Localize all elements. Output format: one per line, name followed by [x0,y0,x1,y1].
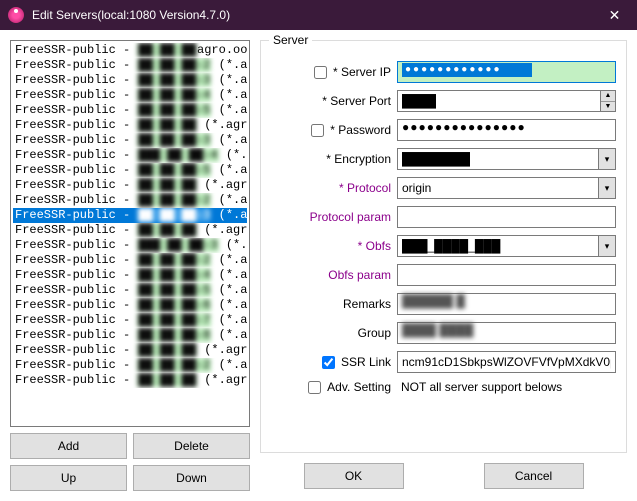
list-item[interactable]: FreeSSR-public - ██ ██ ██-2 (*.ag [13,358,247,373]
down-button[interactable]: Down [133,465,250,491]
cancel-button[interactable]: Cancel [484,463,584,489]
encryption-label: * Encryption [326,152,391,166]
list-item[interactable]: FreeSSR-public - ██ ██ ██-5 (*.ag [13,163,247,178]
server-ip-label: * Server IP [333,65,391,79]
encryption-combo[interactable]: ████████ ▾ [397,148,616,170]
adv-setting-checkbox[interactable] [308,381,321,394]
obfs-combo[interactable]: ███_████_███ ▾ [397,235,616,257]
list-item[interactable]: FreeSSR-public - ██ ██ ██-2 (*.ag [13,193,247,208]
list-item[interactable]: FreeSSR-public - ███ ██ ██-3 (*.ag [13,238,247,253]
chevron-down-icon[interactable]: ▾ [598,235,616,257]
spinner-down-icon[interactable]: ▼ [601,102,615,112]
list-item[interactable]: FreeSSR-public - ██ ██ ██-2 (*.ag [13,253,247,268]
list-item[interactable]: FreeSSR-public - ██ ██ ██-4 (*.ag [13,268,247,283]
server-port-label: * Server Port [322,94,391,108]
chevron-down-icon[interactable]: ▾ [598,148,616,170]
group-legend: Server [269,33,312,47]
remarks-input[interactable]: ██████ █ [397,293,616,315]
adv-setting-note: NOT all server support belows [397,380,616,394]
obfs-param-label: Obfs param [328,268,391,282]
list-item[interactable]: FreeSSR-public - ██ ██ ██agro.oo [13,43,247,58]
obfs-label: * Obfs [358,239,391,253]
group-input[interactable]: ████ ████ [397,322,616,344]
remarks-label: Remarks [343,297,391,311]
server-port-spinner[interactable]: ████ ▲▼ [397,90,616,112]
ok-button[interactable]: OK [304,463,404,489]
delete-button[interactable]: Delete [133,433,250,459]
list-item[interactable]: FreeSSR-public - ██ ██ ██-3 (*.ag [13,208,247,223]
list-item[interactable]: FreeSSR-public - ██ ██ ██-8 (*.ag [13,328,247,343]
list-item[interactable]: FreeSSR-public - ██ ██ ██ (*.agr [13,373,247,388]
spinner-up-icon[interactable]: ▲ [601,91,615,102]
protocol-param-label: Protocol param [310,210,391,224]
list-item[interactable]: FreeSSR-public - ██ ██ ██-3 (*.ag [13,133,247,148]
list-item[interactable]: FreeSSR-public - ██ ██ ██ (*.agro [13,178,247,193]
list-item[interactable]: FreeSSR-public - ██ ██ ██-5 (*.agr [13,103,247,118]
list-item[interactable]: FreeSSR-public - ██ ██ ██ (*.agr [13,118,247,133]
obfs-param-input[interactable] [397,264,616,286]
list-item[interactable]: FreeSSR-public - ██ ██ ██-4 (*.ag [13,88,247,103]
list-item[interactable]: FreeSSR-public - ██ ██ ██ (*.agr [13,223,247,238]
ssr-link-checkbox[interactable] [322,356,335,369]
list-item[interactable]: FreeSSR-public - ██ ██ ██-7 (*.ag [13,313,247,328]
titlebar: Edit Servers(local:1080 Version4.7.0) ✕ [0,0,637,30]
list-item[interactable]: FreeSSR-public - ██ ██ ██-2 (*.ag [13,58,247,73]
password-label: * Password [330,123,391,137]
up-button[interactable]: Up [10,465,127,491]
group-label: Group [358,326,391,340]
list-item[interactable]: FreeSSR-public - ██ ██ ██ (*.agro [13,343,247,358]
list-item[interactable]: FreeSSR-public - ██ ██ ██-5 (*.ag [13,283,247,298]
add-button[interactable]: Add [10,433,127,459]
close-button[interactable]: ✕ [592,0,637,30]
list-item[interactable]: FreeSSR-public - ██ ██ ██-6 (*.ag [13,298,247,313]
server-listbox[interactable]: FreeSSR-public - ██ ██ ██agro.ooFreeSSR-… [10,40,250,427]
server-ip-checkbox[interactable] [314,66,327,79]
list-item[interactable]: FreeSSR-public - ███ ██ ██-4 (*.ag [13,148,247,163]
app-icon [8,7,24,23]
ssr-link-label: SSR Link [341,355,391,369]
password-input[interactable]: ●●●●●●●●●●●●●●● [397,119,616,141]
protocol-param-input[interactable] [397,206,616,228]
protocol-label: * Protocol [339,181,391,195]
window-title: Edit Servers(local:1080 Version4.7.0) [32,8,592,22]
ssr-link-input[interactable] [397,351,616,373]
adv-setting-label: Adv. Setting [327,380,391,394]
password-checkbox[interactable] [311,124,324,137]
server-ip-input[interactable]: ●●●●●●●●●●●● [397,61,616,83]
list-item[interactable]: FreeSSR-public - ██ ██ ██-3 (*.ag [13,73,247,88]
server-groupbox: Server * Server IP ●●●●●●●●●●●● * Server… [260,40,627,453]
chevron-down-icon[interactable]: ▾ [598,177,616,199]
protocol-combo[interactable]: origin ▾ [397,177,616,199]
